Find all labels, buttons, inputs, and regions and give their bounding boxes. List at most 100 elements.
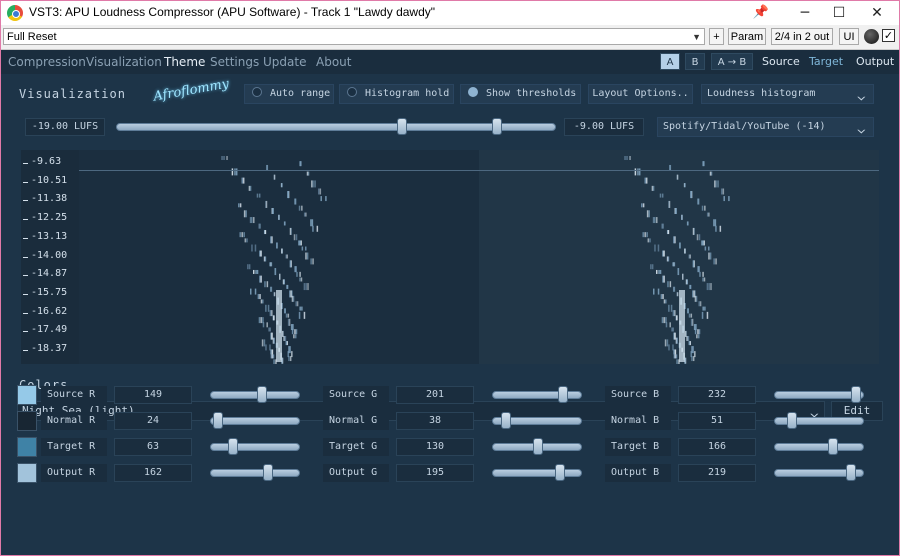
histogram-mark (641, 203, 643, 208)
color-channel-value[interactable]: 219 (678, 464, 756, 482)
color-channel-value[interactable]: 51 (678, 412, 756, 430)
color-channel-slider-thumb[interactable] (850, 386, 861, 403)
color-swatch-target[interactable] (17, 437, 37, 457)
histogram-mark (223, 156, 225, 160)
y-axis-tick (23, 219, 28, 221)
ab-a-button[interactable]: A (660, 53, 680, 70)
range-max-field[interactable]: -9.00 LUFS (564, 118, 644, 136)
color-channel-slider[interactable] (210, 469, 300, 477)
color-channel-value[interactable]: 195 (396, 464, 474, 482)
histogram-mark (689, 254, 692, 259)
histogram-hold-toggle[interactable]: Histogram hold (339, 84, 454, 104)
color-channel-slider[interactable] (492, 469, 582, 477)
target-preset-dropdown[interactable]: Spotify/Tidal/YouTube (-14) ⌄ (657, 117, 874, 137)
color-channel-slider-thumb[interactable] (262, 464, 273, 481)
view-output[interactable]: Output (856, 55, 894, 68)
chevron-down-icon: ⌄ (856, 122, 867, 135)
histogram-mark (298, 311, 301, 319)
histogram-mark (286, 284, 288, 289)
color-channel-slider-thumb[interactable] (213, 412, 224, 429)
histogram-mark (241, 232, 243, 238)
color-channel-slider[interactable] (492, 391, 582, 399)
ui-button[interactable]: UI (839, 28, 859, 45)
color-channel-label: Target B (605, 438, 671, 456)
io-config-button[interactable]: 2/4 in 2 out (771, 28, 833, 45)
histogram-mark (241, 177, 244, 184)
color-channel-slider[interactable] (774, 443, 864, 451)
y-axis-label: -14.00 (31, 249, 68, 261)
view-target[interactable]: Target (809, 55, 843, 68)
color-channel-value[interactable]: 162 (114, 464, 192, 482)
ab-copy-button[interactable]: A → B (711, 53, 753, 70)
param-button[interactable]: Param (728, 28, 766, 45)
tab-update[interactable]: Update (263, 55, 306, 69)
color-swatch-source[interactable] (17, 385, 37, 405)
color-channel-slider-thumb[interactable] (532, 438, 543, 455)
visualization-mode-dropdown[interactable]: Loudness histogram ⌄ (701, 84, 874, 104)
range-min-field[interactable]: -19.00 LUFS (25, 118, 105, 136)
color-channel-slider[interactable] (210, 417, 300, 425)
tab-theme[interactable]: Theme (164, 55, 205, 69)
auto-range-toggle[interactable]: Auto range (244, 84, 334, 104)
color-channel-value[interactable]: 201 (396, 386, 474, 404)
add-preset-button[interactable]: + (709, 28, 724, 45)
color-channel-value[interactable]: 24 (114, 412, 192, 430)
histogram-mark (662, 294, 664, 300)
color-channel-slider-thumb[interactable] (827, 438, 838, 455)
color-swatch-output[interactable] (17, 463, 37, 483)
color-channel-slider-thumb[interactable] (558, 386, 569, 403)
histogram-mark (715, 258, 717, 265)
show-thresholds-toggle[interactable]: Show thresholds (460, 84, 581, 104)
color-channel-slider[interactable] (210, 443, 300, 451)
range-slider-track[interactable] (116, 123, 556, 131)
tab-about[interactable]: About (316, 55, 351, 69)
histogram-mark (656, 217, 658, 224)
histogram-mark (301, 306, 303, 311)
tab-visualization[interactable]: Visualization (86, 55, 162, 69)
histogram-mark (255, 269, 257, 274)
ab-b-button[interactable]: B (685, 53, 705, 70)
color-channel-value[interactable]: 38 (396, 412, 474, 430)
maximize-button[interactable]: ☐ (819, 1, 859, 25)
histogram-mark (238, 203, 240, 208)
histogram-mark (673, 349, 675, 355)
color-channel-label: Output G (323, 464, 389, 482)
color-channel-value[interactable]: 149 (114, 386, 192, 404)
color-channel-slider-thumb[interactable] (555, 464, 566, 481)
histogram-mark (243, 210, 246, 218)
pin-icon[interactable]: 📌 (741, 1, 781, 25)
color-channel-slider-thumb[interactable] (257, 386, 268, 403)
color-channel-slider-thumb[interactable] (787, 412, 797, 429)
histogram-mark (295, 329, 298, 335)
tab-settings[interactable]: Settings (210, 55, 259, 69)
close-button[interactable]: ✕ (857, 1, 897, 25)
histogram-marks (221, 156, 730, 364)
tab-compression[interactable]: Compression (8, 55, 86, 69)
histogram-mark (298, 240, 300, 246)
layout-options-button[interactable]: Layout Options.. (588, 84, 693, 104)
color-channel-value[interactable]: 232 (678, 386, 756, 404)
range-slider-max-thumb[interactable] (491, 118, 502, 135)
color-channel-value[interactable]: 130 (396, 438, 474, 456)
histogram-mark (698, 301, 700, 307)
color-channel-slider-thumb[interactable] (500, 412, 511, 429)
color-channel-value[interactable]: 63 (114, 438, 192, 456)
histogram-mark (644, 232, 646, 238)
histogram-mark (723, 196, 725, 202)
preset-dropdown[interactable]: Full Reset ▼ (3, 28, 705, 45)
color-swatch-normal[interactable] (17, 411, 37, 431)
enable-checkbox[interactable]: ✓ (882, 29, 895, 42)
histogram-mark (669, 281, 672, 288)
plugin-body: Compression Visualization Theme Settings… (1, 50, 899, 555)
histogram-mark (287, 191, 289, 199)
color-channel-value[interactable]: 166 (678, 438, 756, 456)
color-channel-slider[interactable] (210, 391, 300, 399)
histogram-mark (694, 295, 697, 302)
histogram-mark (301, 246, 304, 251)
color-channel-slider-thumb[interactable] (846, 464, 857, 481)
wet-knob[interactable] (864, 29, 879, 44)
range-slider-min-thumb[interactable] (397, 118, 407, 135)
auto-range-label: Auto range (270, 88, 331, 99)
view-source[interactable]: Source (762, 55, 800, 68)
color-channel-slider-thumb[interactable] (227, 438, 238, 455)
